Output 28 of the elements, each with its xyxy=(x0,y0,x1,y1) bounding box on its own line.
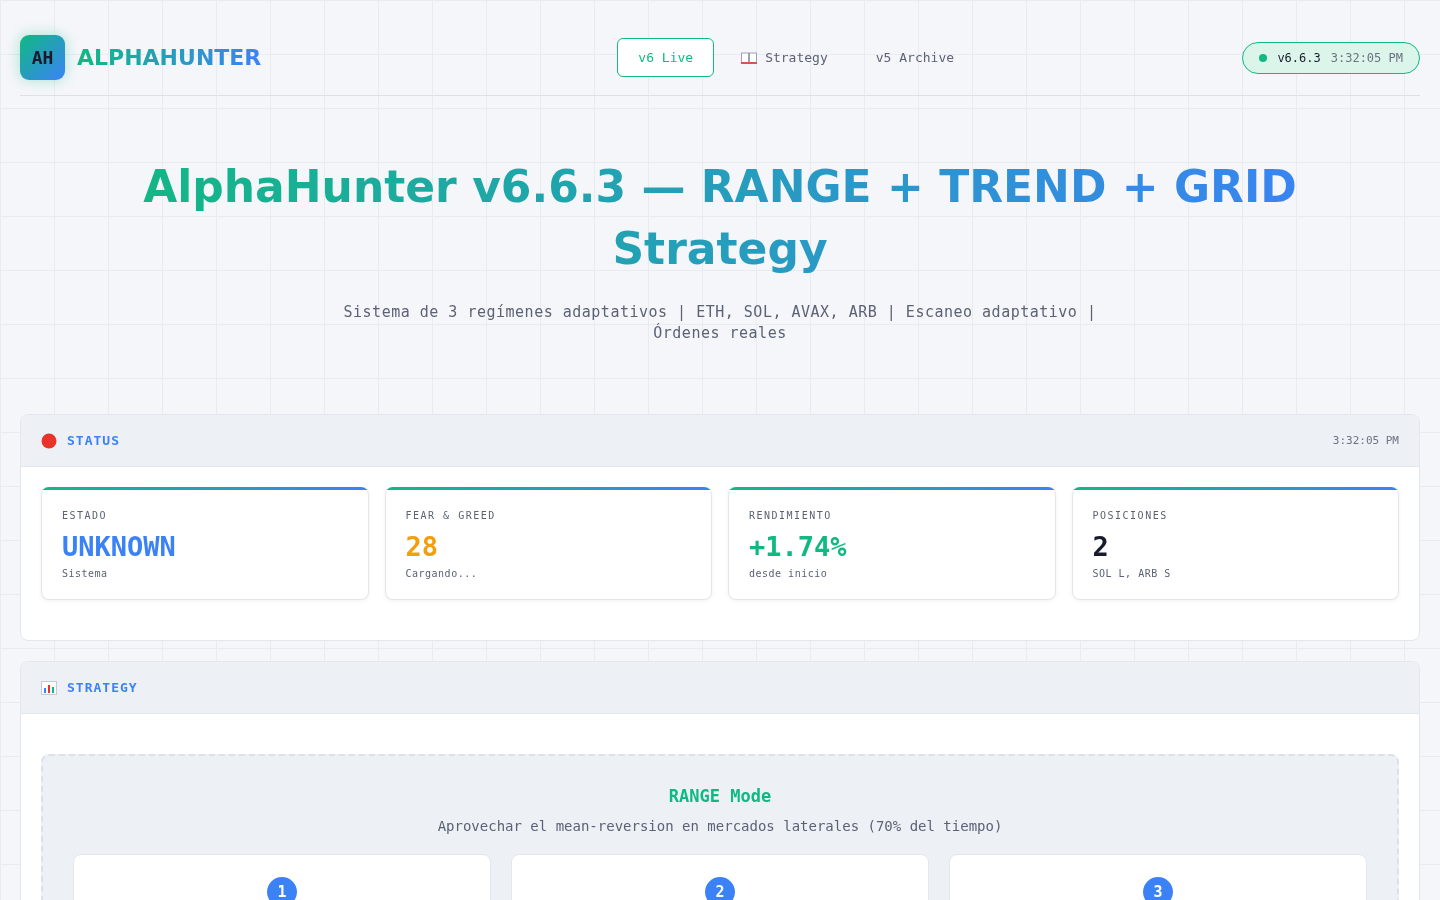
panel-title: STRATEGY xyxy=(67,680,138,695)
stat-note: Sistema xyxy=(62,568,109,579)
mode-title: RANGE Mode xyxy=(667,786,773,806)
stat-note: desde inicio xyxy=(749,568,829,579)
stat-label: POSICIONES xyxy=(1092,510,1169,521)
bar-chart-icon xyxy=(41,680,57,695)
mode-description: Aprovechar el mean-reversion en mercados laterales (70% del tiempo) xyxy=(436,818,1004,834)
stat-value: +1.74% xyxy=(749,531,848,562)
nav-tab[interactable]: v5 Archive xyxy=(854,38,976,77)
version-text: v6.6.3 xyxy=(1277,50,1321,65)
nav-tab[interactable]: Strategy xyxy=(720,38,849,77)
stat-label: ESTADO xyxy=(62,510,109,521)
step-number: 3 xyxy=(1143,877,1173,900)
panel-time: 3:32:05 PM xyxy=(1332,434,1399,447)
stat-label: RENDIMIENTO xyxy=(749,510,833,521)
time-text: 3:32:05 PM xyxy=(1330,50,1403,65)
logo-badge: AH xyxy=(20,35,65,80)
panel-title: STATUS xyxy=(67,433,120,448)
stat-note: SOL L, ARB S xyxy=(1092,568,1172,579)
step-number: 2 xyxy=(705,877,735,900)
stat-value: 28 xyxy=(405,531,439,562)
stat-note: Cargando... xyxy=(405,568,479,579)
page-subtitle: Sistema de 3 regímenes adaptativos | ETH, SOL, AVAX, ARB | Escaneo adaptativo | Órdenes reales xyxy=(342,302,1098,344)
step-number: 1 xyxy=(267,877,297,900)
stat-value: 2 xyxy=(1092,531,1110,562)
stat-label: FEAR & GREED xyxy=(405,510,497,521)
stat-value: UNKNOWN xyxy=(62,531,177,562)
status-dot-icon xyxy=(41,432,57,449)
